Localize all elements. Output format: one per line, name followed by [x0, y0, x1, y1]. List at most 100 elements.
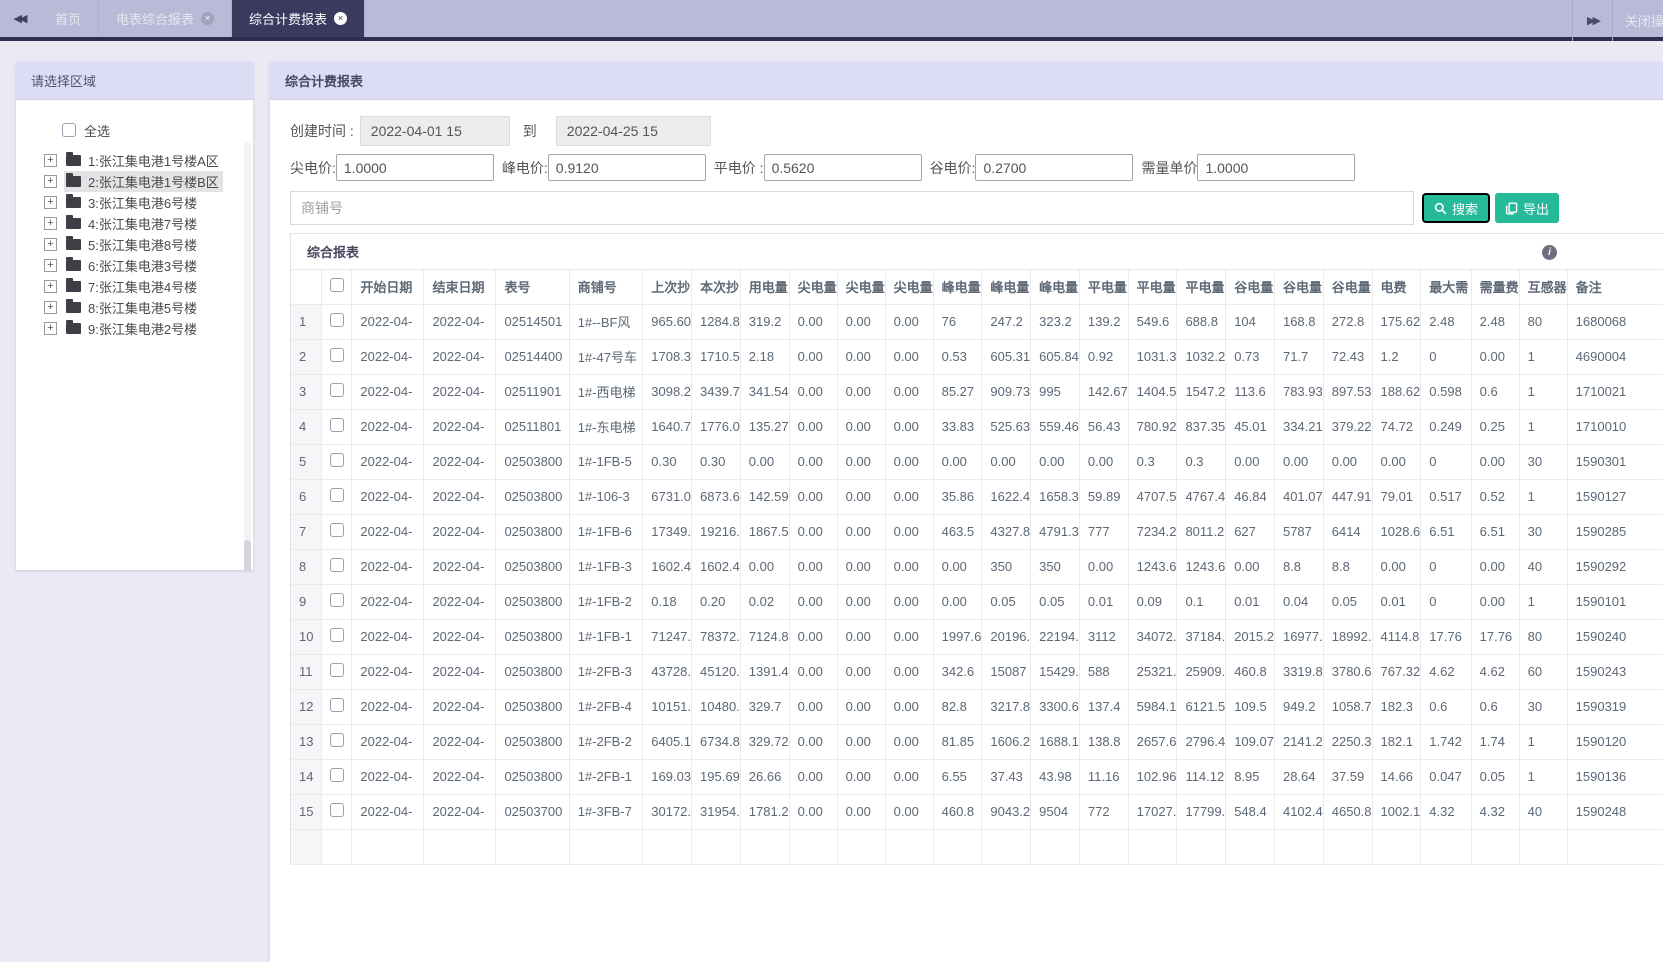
cell: 4.32: [1471, 794, 1520, 830]
row-checkbox[interactable]: [329, 348, 344, 362]
expand-icon[interactable]: +: [44, 301, 57, 314]
cell: 0.53: [933, 339, 983, 375]
row-checkbox[interactable]: [329, 418, 344, 432]
cell: 4690004: [1567, 339, 1663, 375]
row-checkbox[interactable]: [329, 803, 344, 817]
export-button-label: 导出: [1523, 201, 1550, 217]
report-section-header: 综合报表 i: [291, 234, 1663, 270]
cell: 02503800: [495, 549, 570, 585]
price-input-0[interactable]: [335, 154, 494, 181]
expand-icon[interactable]: +: [44, 259, 57, 272]
row-checkbox[interactable]: [329, 663, 344, 677]
tree-item[interactable]: +1:张江集电港1号楼A区: [44, 150, 245, 171]
price-group-4: 需量单价: [1141, 154, 1356, 181]
cell: 1#-2FB-1: [569, 759, 644, 795]
row-checkbox[interactable]: [329, 558, 344, 572]
date-from-input[interactable]: [359, 116, 510, 146]
row-checkbox[interactable]: [329, 698, 344, 712]
expand-icon[interactable]: +: [44, 196, 57, 209]
tree-item[interactable]: +6:张江集电港3号楼: [44, 255, 245, 276]
row-checkbox-cell: [321, 549, 353, 585]
tab-close-icon[interactable]: ×: [334, 12, 348, 25]
header-checkbox[interactable]: [329, 278, 344, 293]
row-checkbox-cell: [321, 409, 353, 445]
price-input-1[interactable]: [547, 154, 706, 181]
price-input-3[interactable]: [975, 154, 1134, 181]
price-input-4[interactable]: [1197, 154, 1356, 181]
cell: 138.8: [1079, 724, 1129, 760]
price-label: 谷电价:: [929, 159, 976, 176]
expand-icon[interactable]: +: [44, 154, 57, 167]
expand-icon[interactable]: +: [44, 280, 57, 293]
scroll-tabs-right-icon[interactable]: ▶▶: [1572, 0, 1613, 41]
tree-item[interactable]: +2:张江集电港1号楼B区: [44, 171, 245, 192]
row-checkbox-cell: [321, 444, 353, 480]
row-checkbox[interactable]: [329, 733, 344, 747]
row-number: 15: [291, 794, 322, 830]
tree-item[interactable]: +8:张江集电港5号楼: [44, 297, 245, 318]
collapse-tabs-left-icon[interactable]: ◀◀: [0, 0, 38, 37]
cell: 2022-04-: [423, 374, 497, 410]
tab-首页[interactable]: 首页: [38, 0, 100, 37]
expand-icon[interactable]: +: [44, 217, 57, 230]
expand-icon[interactable]: +: [44, 175, 57, 188]
cell: 0.09: [1128, 584, 1178, 620]
cell: 14.66: [1372, 759, 1422, 795]
cell: 17.76: [1420, 619, 1472, 655]
cell: [789, 829, 838, 865]
row-checkbox-cell: [321, 374, 353, 410]
cell: 4.62: [1420, 654, 1472, 690]
cell: 169.03: [642, 759, 693, 795]
cell: 0.6: [1471, 374, 1520, 410]
row-checkbox-cell: [321, 339, 353, 375]
cell: 11.16: [1079, 759, 1129, 795]
date-to-input[interactable]: [555, 116, 711, 146]
tree-item[interactable]: +9:张江集电港2号楼: [44, 318, 245, 339]
sidebar-scrollbar[interactable]: [244, 142, 251, 570]
price-label: 平电价 :: [713, 159, 764, 176]
search-button[interactable]: 搜索: [1422, 193, 1491, 223]
row-checkbox[interactable]: [329, 768, 344, 782]
shop-number-input[interactable]: [290, 191, 1414, 225]
row-checkbox[interactable]: [329, 628, 344, 642]
cell: 4650.8: [1323, 794, 1373, 830]
col-header-20: 最大需: [1420, 270, 1472, 305]
cell: [1372, 829, 1422, 865]
row-checkbox[interactable]: [329, 593, 344, 607]
cell: 0.00: [837, 409, 886, 445]
col-header-0: 开始日期: [351, 270, 425, 305]
tree-item[interactable]: +7:张江集电港4号楼: [44, 276, 245, 297]
cell: 1640.7: [642, 409, 693, 445]
cell: 56.43: [1079, 409, 1129, 445]
tree-item[interactable]: +3:张江集电港6号楼: [44, 192, 245, 213]
tab-电表综合报表[interactable]: 电表综合报表 ×: [99, 0, 233, 37]
cell: 18992.: [1323, 619, 1373, 655]
row-checkbox[interactable]: [329, 383, 344, 397]
cell: 995: [1030, 374, 1080, 410]
tab-综合计费报表[interactable]: 综合计费报表 ×: [232, 0, 366, 37]
cell: 2022-04-: [351, 619, 425, 655]
row-checkbox[interactable]: [329, 488, 344, 502]
cell: 0.00: [1274, 444, 1324, 480]
expand-icon[interactable]: +: [44, 238, 57, 251]
row-checkbox[interactable]: [329, 313, 344, 327]
table-row: 13 2022-04- 2022-04- 02503800 1#-2FB-2 6405.1…: [291, 724, 1663, 760]
tab-close-icon[interactable]: ×: [201, 12, 215, 25]
row-number: 1: [291, 304, 322, 340]
cell: 909.73: [981, 374, 1032, 410]
row-checkbox[interactable]: [329, 523, 344, 537]
tree-item-label: 6:张江集电港3号楼: [88, 259, 198, 274]
tree-item[interactable]: +4:张江集电港7号楼: [44, 213, 245, 234]
row-checkbox[interactable]: [329, 453, 344, 467]
cell: [569, 829, 644, 865]
select-all-checkbox[interactable]: [62, 123, 76, 137]
price-input-2[interactable]: [763, 154, 922, 181]
expand-icon[interactable]: +: [44, 322, 57, 335]
cell: 350: [981, 549, 1032, 585]
col-header-18: 谷电量: [1323, 270, 1373, 305]
area-tree: +1:张江集电港1号楼A区 +2:张江集电港1号楼B区 +3:张江集电港6号楼 +4:…: [44, 150, 245, 339]
close-operations-menu[interactable]: 关闭操作: [1613, 11, 1663, 30]
export-button[interactable]: 导出: [1495, 193, 1560, 223]
tree-item[interactable]: +5:张江集电港8号楼: [44, 234, 245, 255]
info-icon[interactable]: i: [1542, 245, 1557, 260]
